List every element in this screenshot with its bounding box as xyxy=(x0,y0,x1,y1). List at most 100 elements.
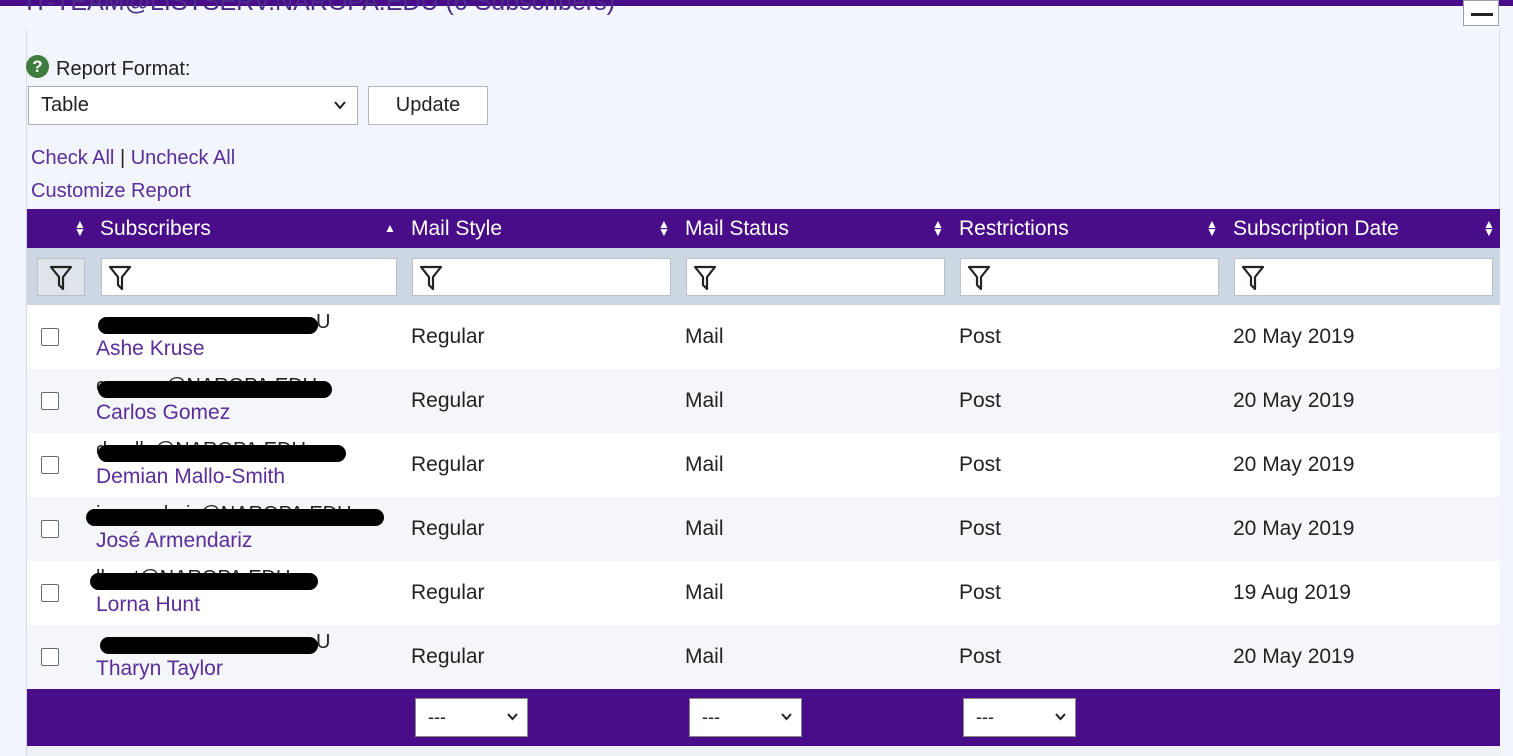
row-checkbox[interactable] xyxy=(41,328,59,346)
redaction-mark xyxy=(98,445,346,462)
mail-style-value: Regular xyxy=(411,517,485,540)
table-row: dmallo@NAROPA.EDU Demian Mallo-Smith Reg… xyxy=(27,433,1500,497)
row-checkbox[interactable] xyxy=(41,520,59,538)
subscriber-cell: U Tharyn Taylor xyxy=(96,625,407,689)
customize-report-link[interactable]: Customize Report xyxy=(31,180,191,203)
sort-both-icon: ▲ ▼ xyxy=(1206,217,1218,239)
check-links: Check All | Uncheck All xyxy=(31,147,235,170)
subscriber-name-link[interactable]: Demian Mallo-Smith xyxy=(96,465,285,489)
table-header-row: ▲ ▼ Subscribers ▲ Mail Style ▲ ▼ Mail Stat… xyxy=(27,209,1500,248)
restrictions-filter-input[interactable] xyxy=(960,257,1219,296)
mail-style-value: Regular xyxy=(411,453,485,476)
table-row: U Tharyn Taylor Regular Mail Post 20 May… xyxy=(27,625,1500,689)
mail-status-value: Mail xyxy=(685,645,724,668)
subscriber-cell: dmallo@NAROPA.EDU Demian Mallo-Smith xyxy=(96,433,407,497)
subscriber-name-link[interactable]: José Armendariz xyxy=(96,529,252,553)
column-header-mail-status[interactable]: Mail Status ▲ ▼ xyxy=(681,209,955,248)
restrictions-bulk-select[interactable]: --- xyxy=(963,698,1076,737)
chevron-down-icon xyxy=(780,699,793,750)
column-header-subscription-date[interactable]: Subscription Date ▲ ▼ xyxy=(1229,209,1500,248)
help-icon[interactable]: ? xyxy=(26,55,49,78)
mail-status-value: Mail xyxy=(685,517,724,540)
restrictions-value: Post xyxy=(959,517,1002,540)
chevron-down-icon xyxy=(1054,699,1067,750)
subscriber-name-link[interactable]: Ashe Kruse xyxy=(96,337,205,361)
subscription-date-value: 20 May 2019 xyxy=(1233,325,1355,348)
restrictions-value: Post xyxy=(959,389,1002,412)
subscription-date-value: 20 May 2019 xyxy=(1233,389,1355,412)
redaction-mark xyxy=(90,573,318,590)
check-all-link[interactable]: Check All xyxy=(31,147,114,169)
report-format-label: Report Format: xyxy=(56,58,191,80)
bulk-action-footer: --- --- --- xyxy=(27,689,1500,746)
redaction-mark xyxy=(86,509,384,526)
row-checkbox[interactable] xyxy=(41,456,59,474)
table-row: jarmendariz@NAROPA.EDU José Armendariz R… xyxy=(27,497,1500,561)
restrictions-value: Post xyxy=(959,453,1002,476)
mail-status-value: Mail xyxy=(685,389,724,412)
panel-title: IT-TEAM@LISTSERV.NAROPA.EDU (6 Subscribe… xyxy=(26,0,615,16)
restrictions-value: Post xyxy=(959,645,1002,668)
sort-ascending-icon: ▲ xyxy=(384,221,396,235)
subscriber-cell: U Ashe Kruse xyxy=(96,305,407,369)
filter-icon xyxy=(49,265,73,296)
subscription-date-filter-input[interactable] xyxy=(1234,257,1493,296)
mail-status-value: Mail xyxy=(685,581,724,604)
sort-both-icon: ▲ ▼ xyxy=(932,217,944,239)
subscriber-name-link[interactable]: Tharyn Taylor xyxy=(96,657,223,681)
subscriber-name-link[interactable]: Carlos Gomez xyxy=(96,401,230,425)
mail-style-value: Regular xyxy=(411,581,485,604)
restrictions-value: Post xyxy=(959,325,1002,348)
subscribers-filter-input[interactable] xyxy=(101,257,397,296)
minus-icon xyxy=(1471,13,1493,16)
subscribers-table: ▲ ▼ Subscribers ▲ Mail Style ▲ ▼ Mail Stat… xyxy=(27,209,1500,746)
column-header-subscribers[interactable]: Subscribers ▲ xyxy=(96,209,407,248)
subscription-date-value: 19 Aug 2019 xyxy=(1233,581,1351,604)
filter-icon xyxy=(108,265,132,296)
sort-both-icon: ▲ ▼ xyxy=(74,217,86,239)
subscriber-email: U xyxy=(316,631,331,653)
redaction-mark xyxy=(100,637,318,654)
sort-both-icon: ▲ ▼ xyxy=(658,217,670,239)
filter-icon xyxy=(693,265,717,296)
filter-toggle-button[interactable] xyxy=(37,257,85,296)
column-header-restrictions[interactable]: Restrictions ▲ ▼ xyxy=(955,209,1229,248)
update-button[interactable]: Update xyxy=(368,86,488,125)
restrictions-value: Post xyxy=(959,581,1002,604)
mail-style-bulk-select[interactable]: --- xyxy=(415,698,528,737)
mail-style-value: Regular xyxy=(411,389,485,412)
table-bottom xyxy=(27,746,1500,756)
mail-status-filter-input[interactable] xyxy=(686,257,945,296)
table-row: U Ashe Kruse Regular Mail Post 20 May 20… xyxy=(27,305,1500,369)
report-format-select[interactable]: Table xyxy=(28,86,358,125)
subscriber-cell: cgomez@NAROPA.EDU Carlos Gomez xyxy=(96,369,407,433)
filter-icon xyxy=(419,265,443,296)
table-row: cgomez@NAROPA.EDU Carlos Gomez Regular M… xyxy=(27,369,1500,433)
link-separator: | xyxy=(119,147,126,169)
subscription-date-value: 20 May 2019 xyxy=(1233,517,1355,540)
row-checkbox[interactable] xyxy=(41,648,59,666)
redaction-mark xyxy=(98,381,332,398)
sort-both-icon: ▲ ▼ xyxy=(1483,217,1495,239)
subscriber-cell: lhunt@NAROPA.EDU Lorna Hunt xyxy=(90,561,407,625)
subscriber-email: U xyxy=(316,311,331,333)
report-format-value: Table xyxy=(41,94,89,116)
subscriber-name-link[interactable]: Lorna Hunt xyxy=(96,593,200,617)
mail-style-value: Regular xyxy=(411,645,485,668)
mail-status-value: Mail xyxy=(685,325,724,348)
mail-style-filter-input[interactable] xyxy=(412,257,671,296)
row-checkbox[interactable] xyxy=(41,392,59,410)
uncheck-all-link[interactable]: Uncheck All xyxy=(131,147,236,169)
chevron-down-icon xyxy=(333,87,347,138)
filter-row xyxy=(27,248,1500,305)
row-checkbox[interactable] xyxy=(41,584,59,602)
table-row: lhunt@NAROPA.EDU Lorna Hunt Regular Mail… xyxy=(27,561,1500,625)
mail-status-bulk-select[interactable]: --- xyxy=(689,698,802,737)
subscription-date-value: 20 May 2019 xyxy=(1233,645,1355,668)
collapse-button[interactable] xyxy=(1463,0,1499,26)
select-column-header[interactable]: ▲ ▼ xyxy=(27,209,96,248)
column-header-mail-style[interactable]: Mail Style ▲ ▼ xyxy=(407,209,681,248)
redaction-mark xyxy=(98,317,318,334)
subscription-date-value: 20 May 2019 xyxy=(1233,453,1355,476)
subscriber-cell: jarmendariz@NAROPA.EDU José Armendariz xyxy=(86,497,407,561)
